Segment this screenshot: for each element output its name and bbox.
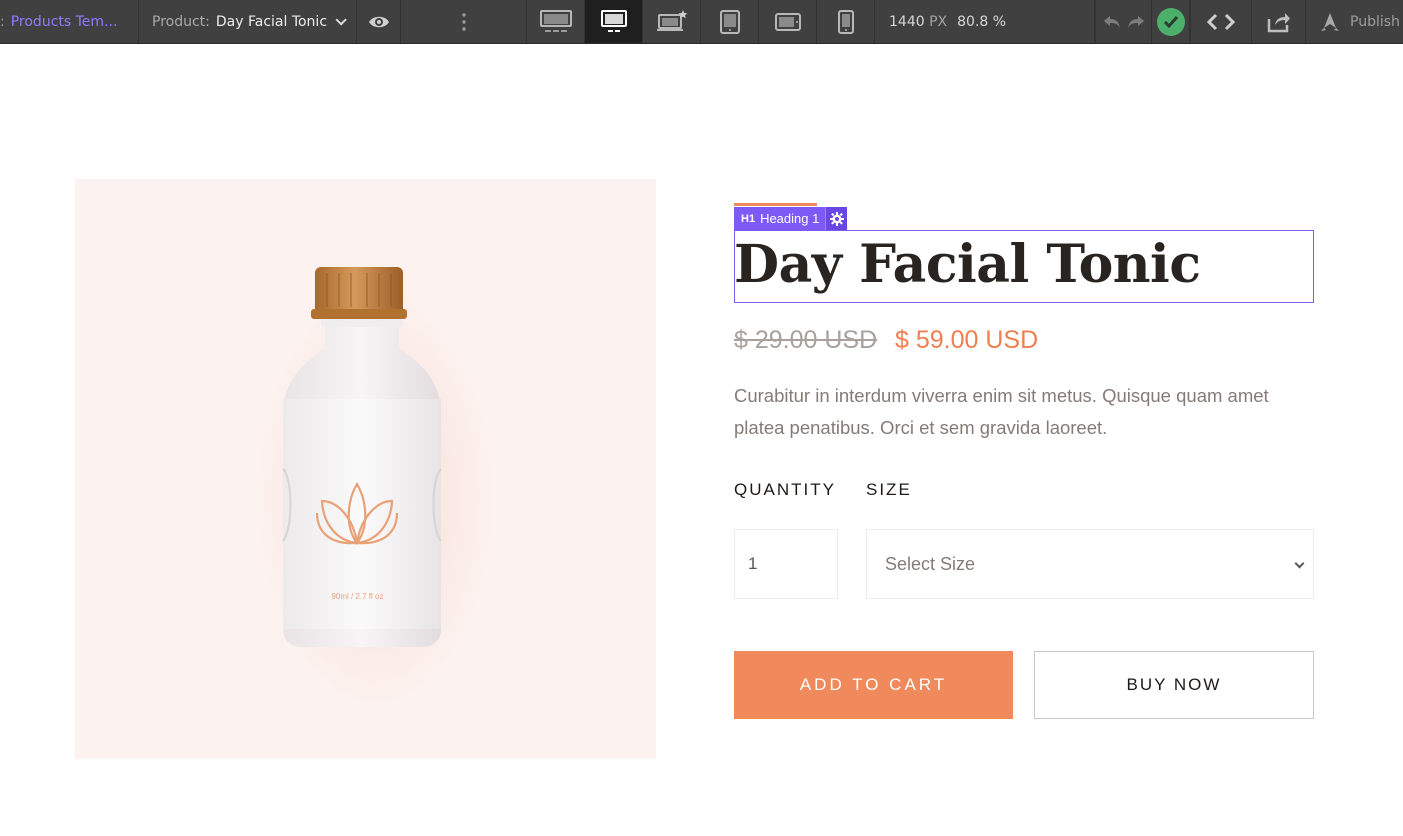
breakpoint-tablet[interactable] <box>701 0 759 43</box>
bottle-illustration <box>282 267 442 647</box>
preview-button[interactable] <box>357 0 401 43</box>
undo-icon[interactable] <box>1102 14 1122 30</box>
product-image[interactable]: 90ml / 2.7 fl oz <box>75 179 656 759</box>
mobile-portrait-icon <box>837 9 854 34</box>
breakpoint-desktop[interactable] <box>585 0 643 43</box>
breakpoint-mobile-landscape[interactable] <box>759 0 817 43</box>
heading-accent-line <box>734 203 817 206</box>
code-icon <box>1207 13 1235 30</box>
product-description: Curabitur in interdum viverra enim sit m… <box>734 385 1269 438</box>
saved-check-icon <box>1156 7 1185 36</box>
laptop-star-icon <box>656 9 687 31</box>
code-export-button[interactable] <box>1190 0 1252 43</box>
publish-rocket-icon <box>1321 12 1339 31</box>
size-label: SIZE <box>866 480 912 499</box>
add-to-cart-button[interactable]: ADD TO CART <box>734 651 1013 719</box>
chevron-down-icon <box>1294 558 1305 569</box>
breakpoint-large-desktop[interactable] <box>527 0 585 43</box>
breakpoint-mobile-portrait[interactable] <box>817 0 875 43</box>
publish-button[interactable]: Publish <box>1306 0 1403 43</box>
size-select[interactable]: Select Size <box>866 529 1314 599</box>
page-selector[interactable]: : Products Tem... <box>0 0 139 43</box>
canvas-width-readout: 1440 PX <box>889 13 948 30</box>
element-selection-tag[interactable]: H1 Heading 1 <box>734 207 848 230</box>
desktop-icon <box>600 9 627 32</box>
price-sale: $ 59.00 USD <box>895 326 1039 354</box>
page-selector-prefix: : <box>0 13 5 30</box>
save-status[interactable] <box>1152 0 1190 43</box>
zoom-readout: 80.8 % <box>957 13 1007 30</box>
mobile-landscape-icon <box>774 12 801 31</box>
quantity-input[interactable] <box>734 529 838 599</box>
product-title[interactable]: Day Facial Tonic <box>734 234 1201 295</box>
redo-icon[interactable] <box>1126 14 1146 30</box>
product-selector-label: Product: <box>152 13 210 30</box>
more-vertical-icon <box>461 12 466 31</box>
size-select-value: Select Size <box>885 553 976 574</box>
heading-type-badge: H1 <box>741 212 756 225</box>
selection-tag-label: Heading 1 <box>760 211 820 226</box>
toolbar-spacer <box>1012 0 1095 43</box>
more-options-button[interactable] <box>401 0 527 43</box>
share-icon <box>1267 12 1290 32</box>
chevron-down-icon <box>335 13 347 26</box>
share-button[interactable] <box>1252 0 1306 43</box>
product-selector-value: Day Facial Tonic <box>215 13 328 30</box>
quantity-label: QUANTITY <box>734 480 836 499</box>
tablet-icon <box>719 9 740 34</box>
publish-label: Publish <box>1350 13 1400 30</box>
breakpoint-base[interactable] <box>643 0 701 43</box>
buy-now-button[interactable]: BUY NOW <box>1034 651 1314 719</box>
product-selector[interactable]: Product: Day Facial Tonic <box>139 0 357 43</box>
undo-redo-group <box>1095 0 1152 43</box>
page-name: Products Tem... <box>10 13 118 30</box>
designer-toolbar: : Products Tem... Product: Day Facial To… <box>0 0 1403 44</box>
price-original: $ 29.00 USD <box>734 326 878 354</box>
canvas-size-readout[interactable]: 1440 PX 80.8 % <box>875 0 1012 43</box>
gear-icon[interactable] <box>825 207 848 230</box>
eye-icon <box>368 16 389 27</box>
large-desktop-icon <box>539 9 572 32</box>
bottle-label-text: 90ml / 2.7 fl oz <box>331 592 384 601</box>
